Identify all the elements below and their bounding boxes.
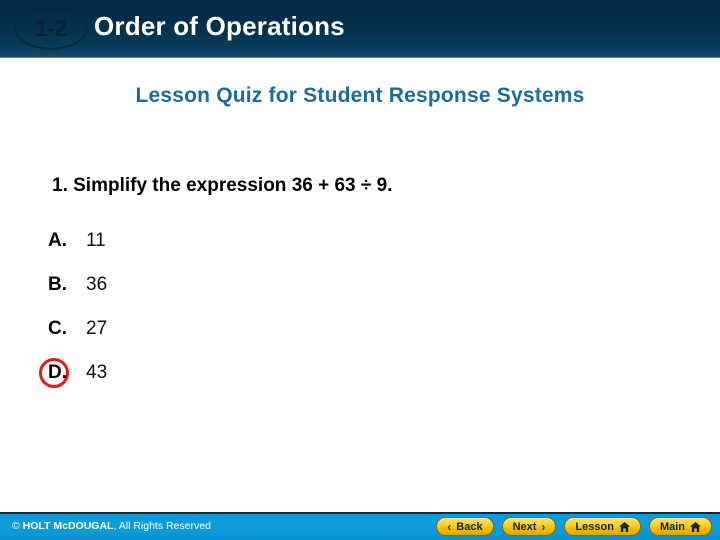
chevron-right-icon: ›	[541, 519, 546, 534]
next-button[interactable]: Next ›	[501, 517, 557, 536]
lesson-number-text: 1-2	[35, 15, 67, 41]
home-icon	[618, 521, 630, 532]
answer-choice-b[interactable]: B. 36	[48, 263, 448, 307]
answer-choice-a[interactable]: A. 11	[48, 219, 448, 263]
copyright-rest: , All Rights Reserved	[113, 520, 211, 532]
lesson-button[interactable]: Lesson	[564, 517, 641, 536]
answer-label-a: A.	[48, 230, 67, 251]
navigation-bar: ‹ Back Next › Lesson Main	[436, 517, 712, 536]
answer-label-c: C.	[48, 318, 67, 339]
main-button[interactable]: Main	[648, 517, 712, 536]
answer-value-c: 27	[86, 318, 108, 339]
answer-label-b: B.	[48, 274, 67, 295]
question-text: 1. Simplify the expression 36 + 63 ÷ 9.	[52, 175, 393, 196]
back-button[interactable]: ‹ Back	[436, 517, 494, 536]
page-title: Order of Operations	[94, 11, 345, 41]
copyright-notice: © HOLT McDOUGAL, All Rights Reserved	[12, 520, 211, 532]
answer-value-d: 43	[86, 362, 108, 383]
answer-value-b: 36	[86, 274, 108, 295]
quiz-slide: 1-2 Order of Operations Lesson Quiz for …	[0, 0, 720, 540]
copyright-symbol: ©	[12, 520, 20, 532]
copyright-brand: HOLT McDOUGAL	[22, 520, 114, 532]
main-button-label: Main	[659, 520, 685, 533]
answer-choice-c[interactable]: C. 27	[48, 307, 448, 351]
slide-footer: © HOLT McDOUGAL, All Rights Reserved ‹ B…	[0, 512, 720, 540]
answer-label-d: D.	[48, 362, 67, 383]
lesson-number-badge: 1-2	[16, 9, 86, 48]
back-button-label: Back	[456, 520, 483, 533]
slide-header: 1-2 Order of Operations	[0, 0, 720, 58]
slide-subtitle: Lesson Quiz for Student Response Systems	[135, 84, 585, 107]
answer-choice-list: A. 11 B. 36 C. 27 D. 43	[39, 219, 448, 395]
chevron-left-icon: ‹	[447, 519, 452, 534]
home-icon	[690, 521, 701, 532]
next-button-label: Next	[512, 520, 537, 533]
lesson-button-label: Lesson	[575, 520, 614, 533]
answer-value-a: 11	[86, 230, 106, 251]
answer-choice-d[interactable]: D. 43	[39, 351, 448, 395]
